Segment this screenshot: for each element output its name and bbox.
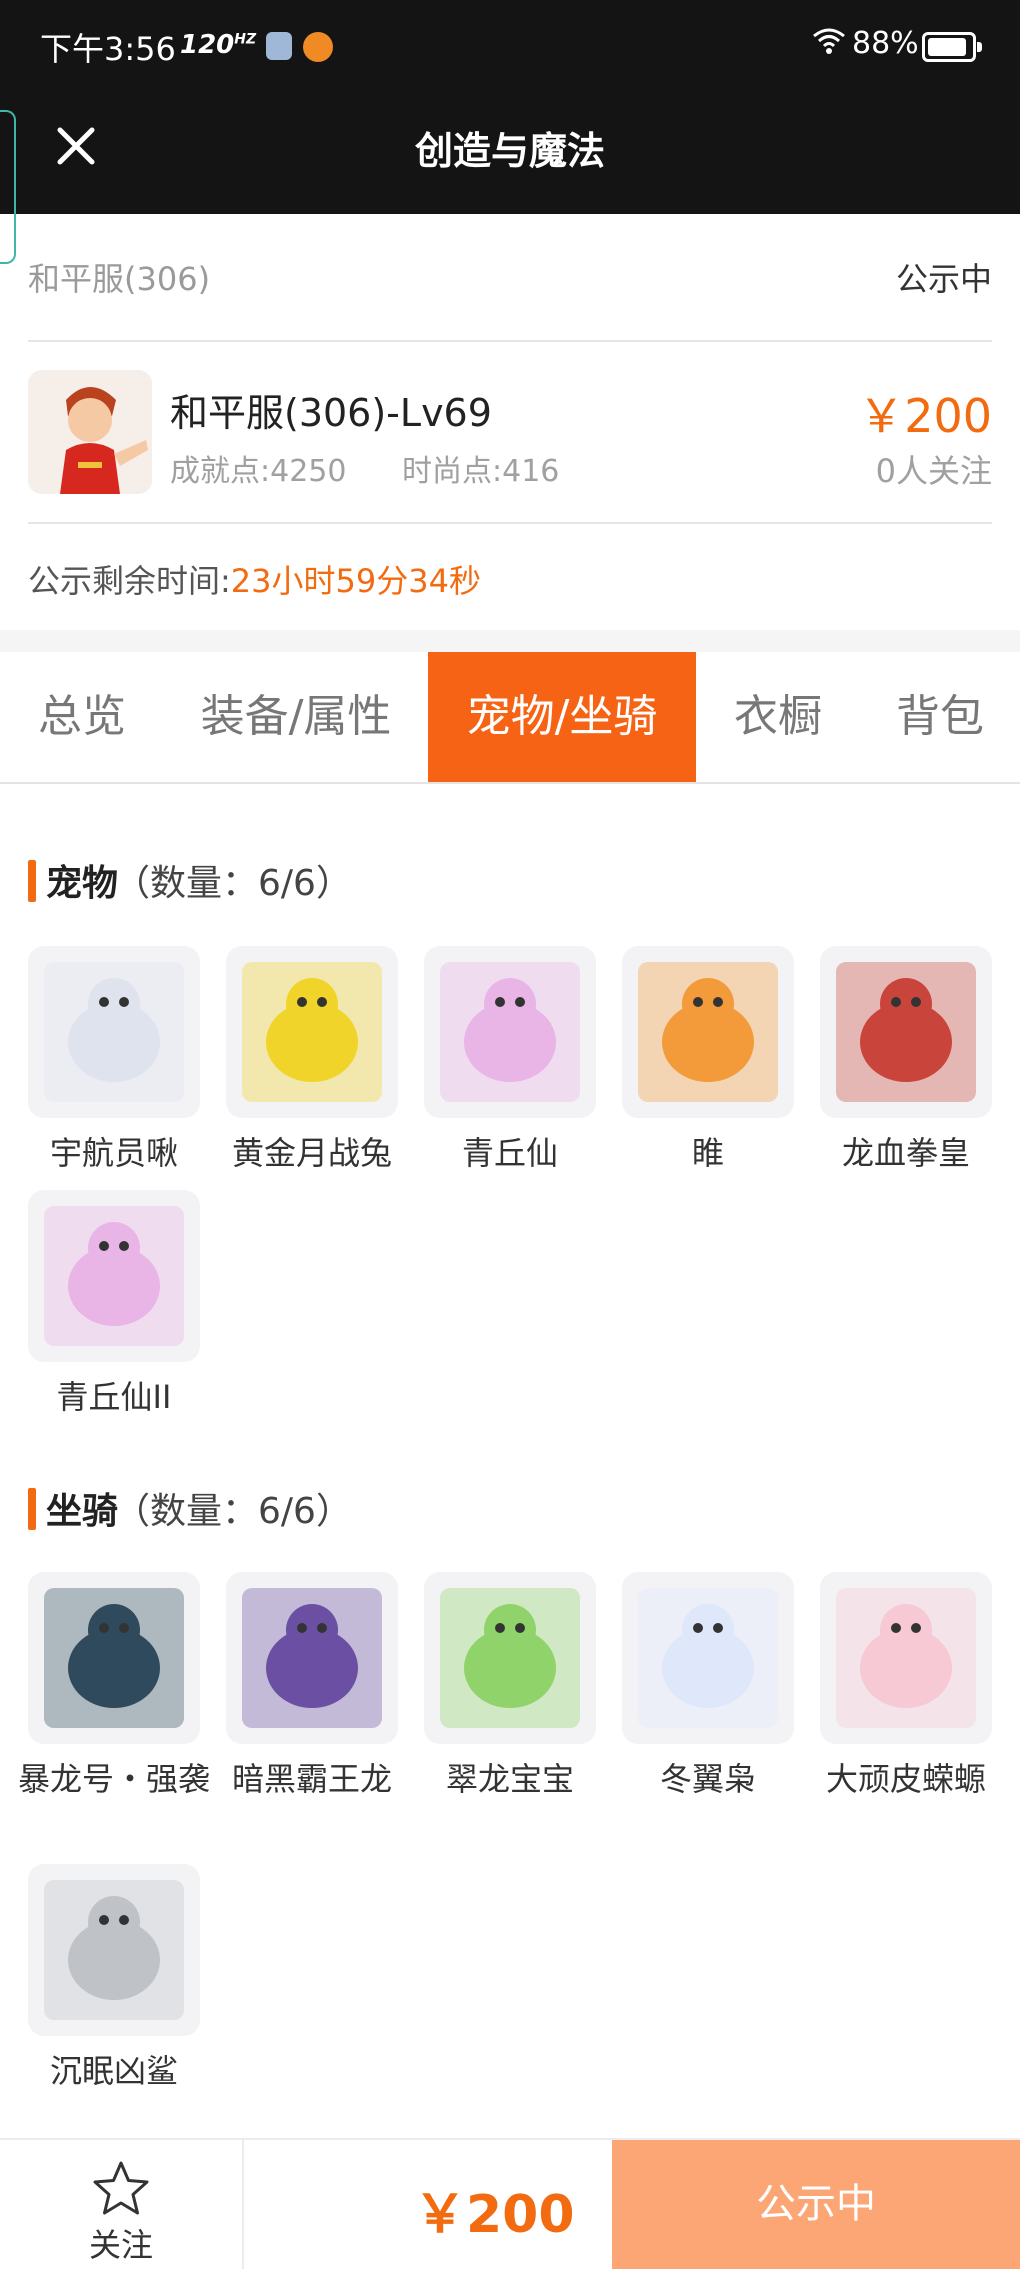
price: ￥200 xyxy=(858,389,992,443)
nav-bar: 创造与魔法 xyxy=(0,90,1020,264)
bull-demon-icon xyxy=(820,946,992,1118)
section-marker xyxy=(28,860,36,902)
server-row: 和平服(306) 公示中 xyxy=(28,214,992,342)
achievement-points: 成就点:4250 xyxy=(170,454,347,489)
tab-overview[interactable]: 总览 xyxy=(0,652,164,782)
pets-count: （数量：6/6） xyxy=(114,863,352,904)
item-name: 黄金月战兔 xyxy=(231,1134,392,1172)
tab-equipment[interactable]: 装备/属性 xyxy=(164,652,428,782)
item-name: 睢 xyxy=(691,1134,724,1172)
countdown-value: 23小时59分34秒 xyxy=(230,562,481,600)
snow-owl-icon xyxy=(622,1572,794,1744)
fox-fairy-icon xyxy=(28,1190,200,1362)
bottom-action-bar: 关注 ￥200 公示中 xyxy=(0,2138,1020,2269)
section-marker xyxy=(28,1488,36,1530)
green-dragon-icon xyxy=(424,1572,596,1744)
page-title: 创造与魔法 xyxy=(414,129,605,173)
server-name: 和平服(306) xyxy=(28,260,211,298)
tab-wardrobe[interactable]: 衣橱 xyxy=(696,652,860,782)
character-row[interactable]: 和平服(306)-Lv69 成就点:4250 时尚点:416 ￥200 0人关注 xyxy=(28,342,992,524)
refresh-rate: 120HZ xyxy=(180,30,257,60)
battery-percent: 88% xyxy=(852,26,919,61)
fashion-points: 时尚点:416 xyxy=(402,454,560,489)
dragon-icon xyxy=(622,946,794,1118)
avatar xyxy=(28,370,152,494)
item-name: 暴龙号・强袭 xyxy=(17,1760,210,1798)
item-name: 青丘仙II xyxy=(56,1378,172,1416)
mech-dino-icon xyxy=(28,1572,200,1744)
astronaut-pet-icon xyxy=(28,946,200,1118)
item-name: 龙血拳皇 xyxy=(841,1134,970,1172)
character-name: 和平服(306)-Lv69 xyxy=(170,391,492,435)
tab-pets-mounts[interactable]: 宠物/坐骑 xyxy=(428,652,696,782)
listing-status: 公示中 xyxy=(895,260,992,298)
mounts-count: （数量：6/6） xyxy=(114,1491,352,1532)
fox-fairy-icon xyxy=(424,946,596,1118)
tab-bar: 总览 装备/属性 宠物/坐骑 衣橱 背包 xyxy=(0,652,1020,784)
item-name: 大顽皮蝾螈 xyxy=(825,1760,986,1798)
refresh-rate-value: 120 xyxy=(180,30,235,60)
countdown: 公示剩余时间:23小时59分34秒 xyxy=(28,556,481,602)
dark-trex-icon xyxy=(226,1572,398,1744)
follower-count: 0人关注 xyxy=(875,452,992,490)
golden-rabbit-icon xyxy=(226,946,398,1118)
follow-label: 关注 xyxy=(88,2226,153,2264)
item-name: 冬翼枭 xyxy=(659,1760,756,1798)
mounts-title: 坐骑 xyxy=(46,1491,119,1532)
item-name: 翠龙宝宝 xyxy=(445,1760,574,1798)
app-notification-icon-2 xyxy=(303,32,333,62)
pets-title: 宠物 xyxy=(46,863,119,904)
item-name: 青丘仙 xyxy=(461,1134,558,1172)
section-divider xyxy=(0,630,1020,652)
item-name: 沉眠凶鲨 xyxy=(49,2052,178,2090)
battery-icon xyxy=(922,32,982,62)
status-cta-button[interactable]: 公示中 xyxy=(612,2140,1020,2269)
item-name: 暗黑霸王龙 xyxy=(231,1760,392,1798)
status-bar: 下午3:56 120HZ 88% xyxy=(0,0,1020,90)
star-icon xyxy=(93,2161,149,2215)
shark-icon xyxy=(28,1864,200,2036)
countdown-label: 公示剩余时间: xyxy=(28,562,231,600)
bottom-price: ￥200 xyxy=(414,2185,575,2245)
item-name: 宇航员啾 xyxy=(49,1134,178,1172)
status-time: 下午3:56 xyxy=(40,30,176,68)
app-notification-icon xyxy=(266,32,292,60)
axolotl-icon xyxy=(820,1572,992,1744)
wifi-icon xyxy=(812,26,846,64)
tab-backpack[interactable]: 背包 xyxy=(860,652,1020,782)
follow-button[interactable]: 关注 xyxy=(0,2140,244,2269)
